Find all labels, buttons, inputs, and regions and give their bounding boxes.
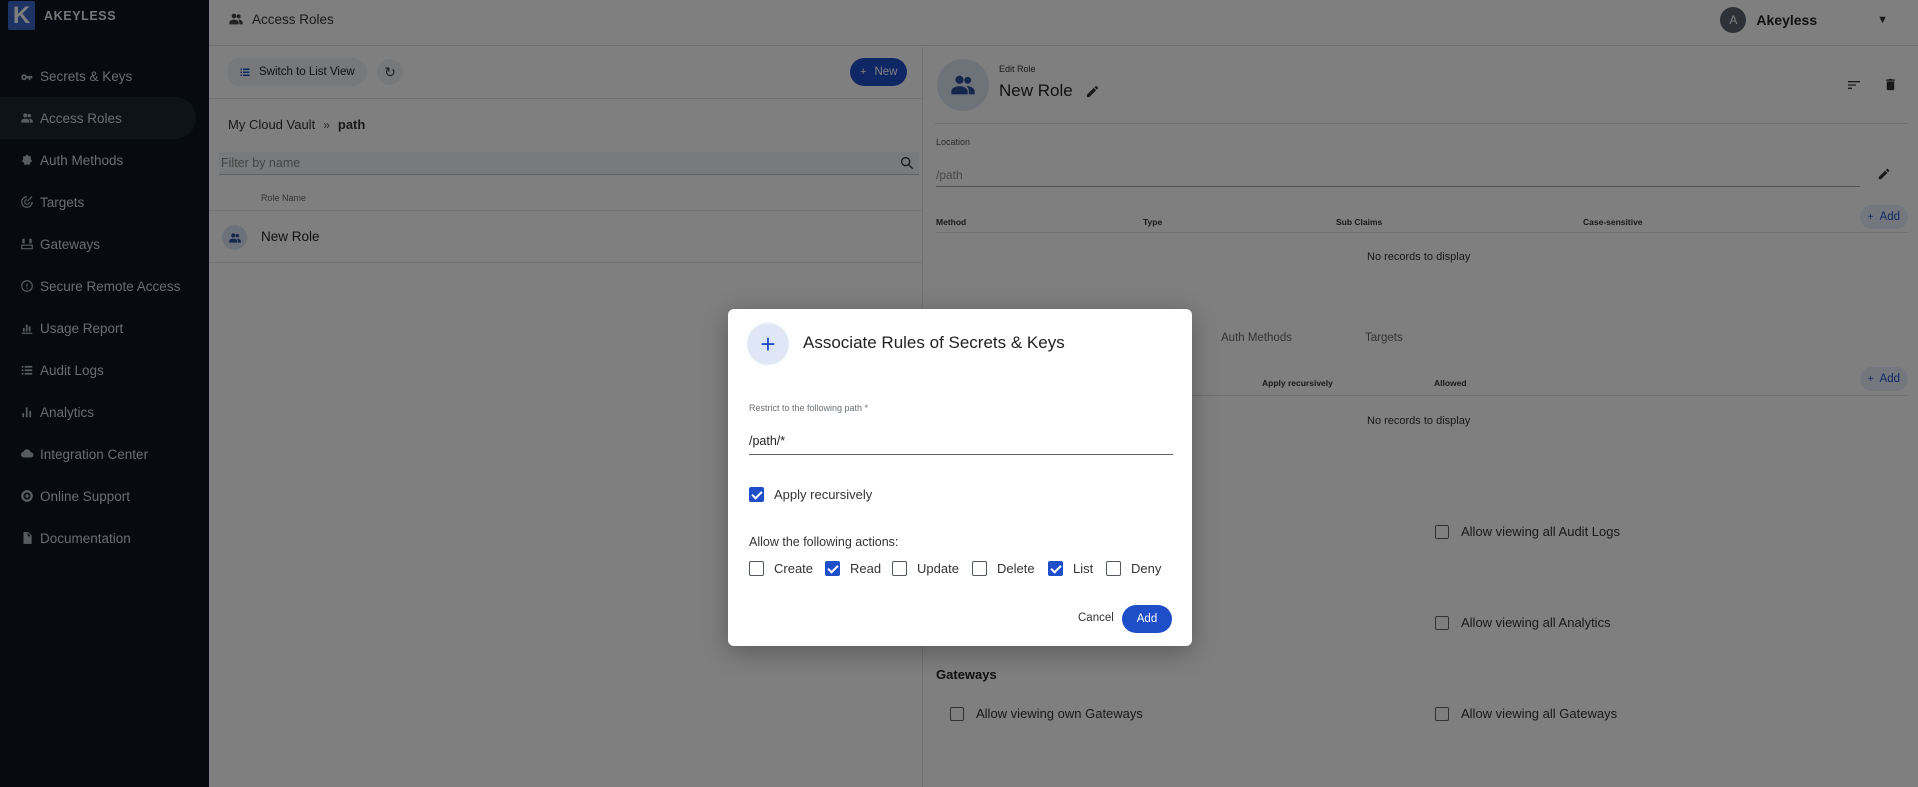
action-label: Update [917, 561, 959, 576]
apply-recursively-label: Apply recursively [774, 487, 873, 502]
action-update-checkbox[interactable]: Update [892, 561, 959, 576]
action-read-checkbox[interactable]: Read [825, 561, 881, 576]
action-label: Read [850, 561, 882, 576]
action-delete-checkbox[interactable]: Delete [972, 561, 1035, 576]
checkbox[interactable] [749, 487, 764, 502]
action-deny-checkbox[interactable]: Deny [1106, 561, 1161, 576]
add-button[interactable]: Add [1122, 605, 1172, 633]
action-label: Create [774, 561, 814, 576]
associate-rules-dialog: + Associate Rules of Secrets & Keys Rest… [728, 309, 1192, 646]
path-input[interactable]: /path/* [749, 431, 1173, 455]
dialog-title: Associate Rules of Secrets & Keys [803, 333, 1065, 352]
plus-icon: + [747, 323, 789, 365]
action-list-checkbox[interactable]: List [1048, 561, 1093, 576]
checkbox[interactable] [892, 561, 907, 576]
checkbox[interactable] [1048, 561, 1063, 576]
action-label: Delete [997, 561, 1035, 576]
checkbox[interactable] [825, 561, 840, 576]
action-label: Deny [1131, 561, 1162, 576]
action-label: List [1073, 561, 1094, 576]
apply-recursively-checkbox[interactable]: Apply recursively [749, 487, 872, 502]
checkbox[interactable] [749, 561, 764, 576]
path-field-label: Restrict to the following path * [749, 403, 869, 413]
actions-label: Allow the following actions: [749, 535, 899, 549]
checkbox[interactable] [972, 561, 987, 576]
action-create-checkbox[interactable]: Create [749, 561, 813, 576]
cancel-button[interactable]: Cancel [1078, 612, 1114, 624]
checkbox[interactable] [1106, 561, 1121, 576]
